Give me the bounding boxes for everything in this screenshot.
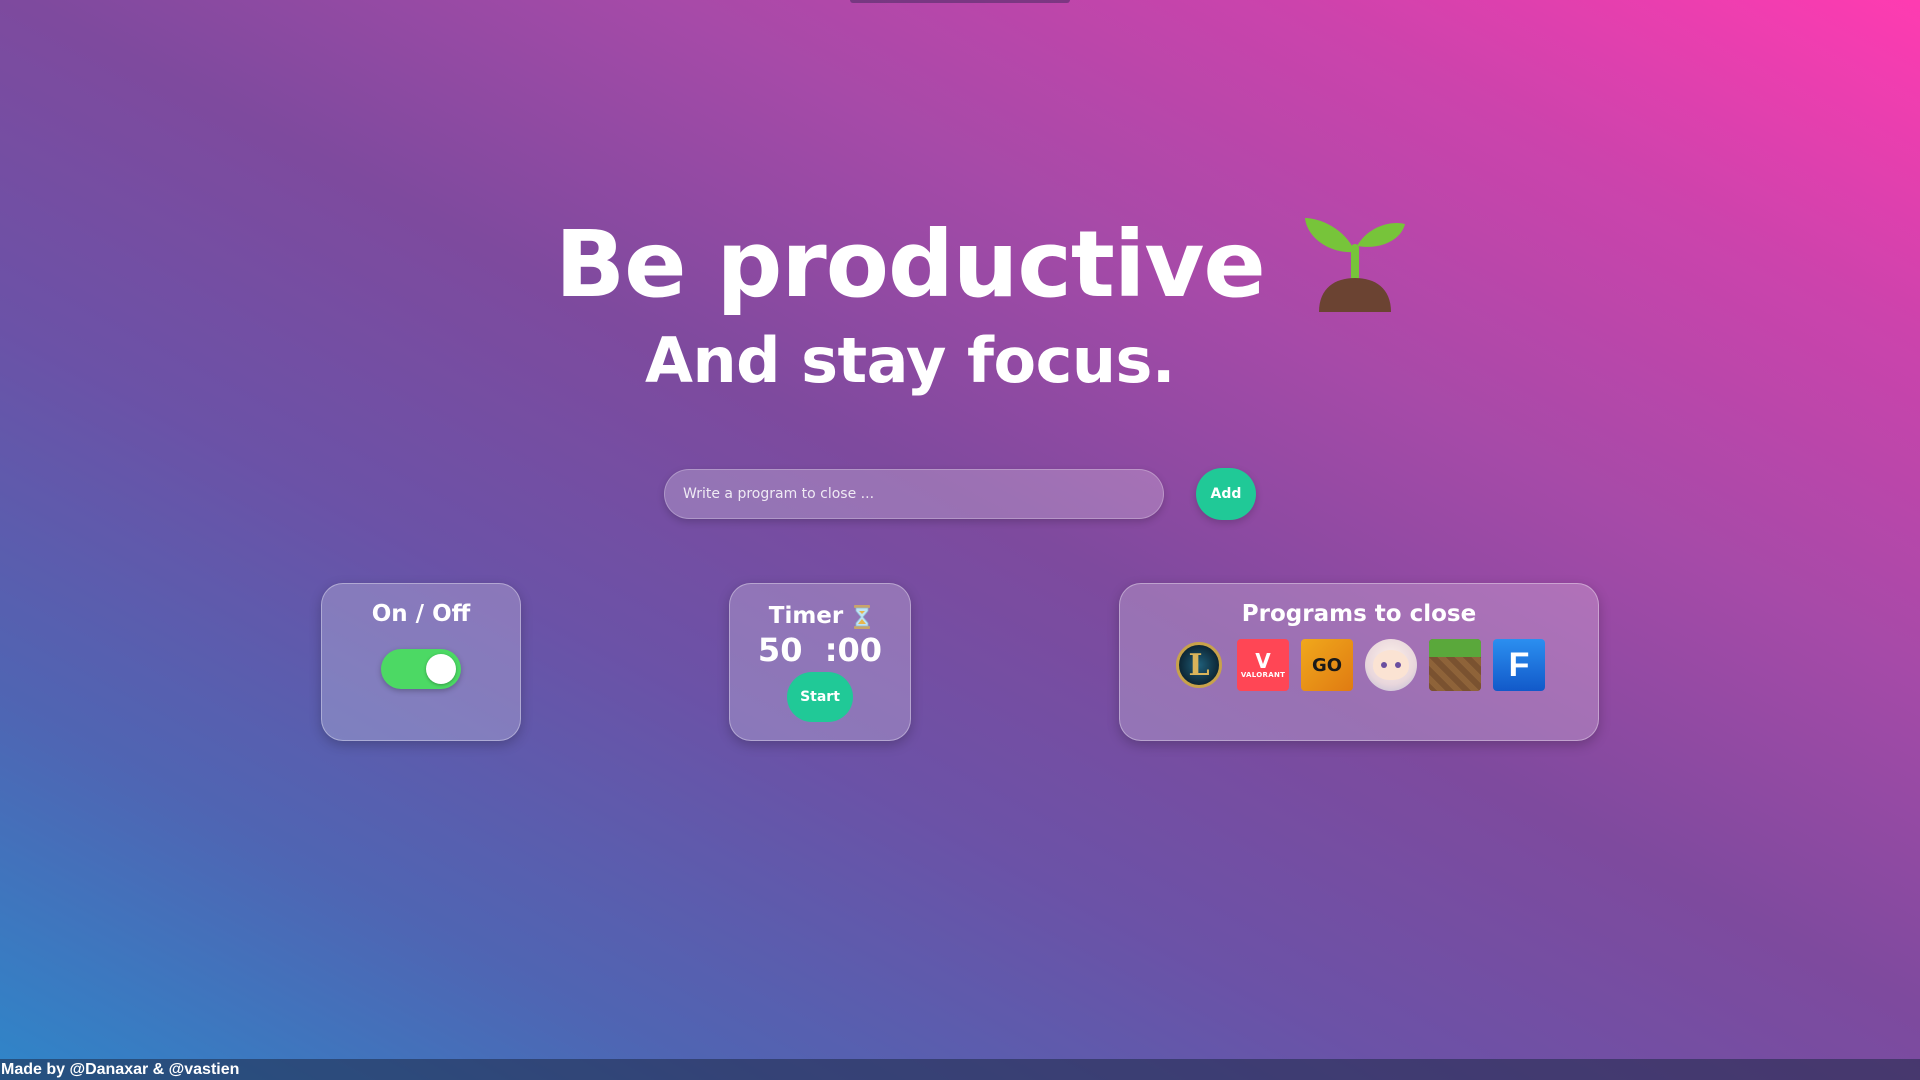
timer-minutes: 50 — [757, 631, 803, 670]
program-icon-list: L V VALORANT GO F — [1120, 639, 1598, 692]
hourglass-icon — [854, 604, 871, 629]
fortnite-icon[interactable]: F — [1493, 639, 1545, 692]
csgo-wordmark: GO — [1311, 654, 1343, 676]
timer-display: 50 :00 — [730, 633, 910, 668]
add-button[interactable]: Add — [1196, 468, 1256, 520]
timer-title-row: Timer — [730, 603, 910, 629]
on-off-toggle[interactable] — [381, 649, 461, 690]
timer-card: Timer 50 :00 Start — [729, 583, 911, 741]
genshin-eye-left — [1381, 662, 1387, 669]
genshin-impact-icon[interactable] — [1365, 639, 1417, 692]
timer-title: Timer — [768, 603, 844, 629]
on-off-card: On / Off — [321, 583, 521, 741]
valorant-mark: V — [1255, 649, 1271, 674]
csgo-icon[interactable]: GO — [1301, 639, 1353, 692]
valorant-icon[interactable]: V VALORANT — [1237, 639, 1289, 692]
program-name-input[interactable] — [664, 469, 1164, 519]
timer-seconds: :00 — [824, 631, 883, 670]
genshin-face — [1373, 650, 1409, 681]
programs-title: Programs to close — [1241, 601, 1477, 627]
on-off-title: On / Off — [371, 601, 471, 627]
league-of-legends-icon[interactable]: L — [1173, 639, 1225, 691]
valorant-wordmark: VALORANT — [1240, 671, 1286, 680]
footer-credit: Made by @Danaxar & @vastien — [0, 1059, 1920, 1080]
league-logo-ring: L — [1176, 642, 1222, 689]
genshin-eye-right — [1395, 662, 1401, 669]
fortnite-letter: F — [1508, 645, 1530, 684]
programs-card: Programs to close L V VALORANT GO F — [1119, 583, 1599, 741]
minecraft-grass — [1429, 639, 1481, 658]
hero-section: Be productive And stay focus. — [0, 0, 1920, 420]
start-button[interactable]: Start — [787, 672, 853, 723]
toggle-knob — [426, 654, 456, 685]
page-subtitle-text: And stay focus. — [645, 324, 1175, 397]
sprout-icon — [1304, 218, 1405, 312]
page-title: Be productive — [555, 211, 1266, 318]
page-subtitle: And stay focus. — [0, 330, 1920, 392]
add-program-row: Add — [664, 468, 1256, 520]
title-row: Be productive — [555, 205, 1405, 325]
minecraft-icon[interactable] — [1429, 639, 1481, 692]
minecraft-dirt — [1429, 657, 1481, 692]
